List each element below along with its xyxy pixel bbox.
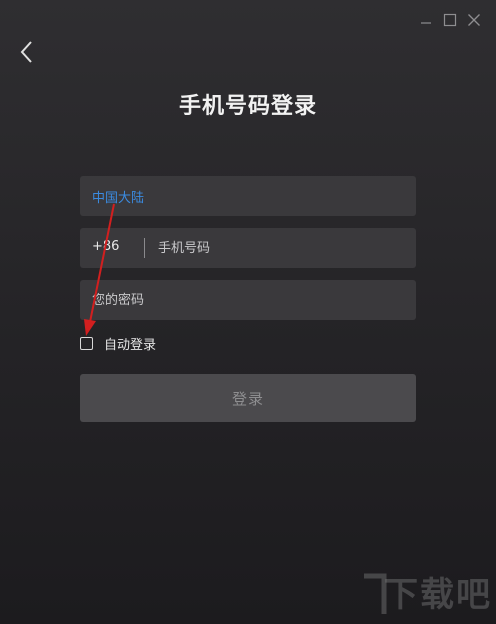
window-controls — [414, 10, 486, 30]
field-divider — [144, 238, 145, 258]
maximize-button[interactable] — [438, 10, 462, 30]
phone-input[interactable] — [158, 228, 408, 268]
password-input[interactable] — [92, 280, 408, 320]
auto-login-option[interactable]: 自动登录 — [80, 334, 156, 353]
password-field — [80, 280, 416, 320]
country-code[interactable]: +86 — [92, 239, 119, 254]
chevron-left-icon — [20, 41, 32, 63]
maximize-icon — [443, 13, 457, 27]
close-icon — [468, 14, 480, 26]
minimize-icon — [421, 22, 431, 24]
auto-login-label: 自动登录 — [104, 338, 157, 353]
region-value: 中国大陆 — [92, 191, 145, 206]
back-button[interactable] — [14, 38, 40, 66]
close-button[interactable] — [462, 10, 486, 30]
auto-login-checkbox[interactable] — [80, 337, 93, 350]
login-button[interactable]: 登录 — [80, 374, 416, 422]
phone-field: +86 — [80, 228, 416, 268]
minimize-button[interactable] — [414, 10, 438, 30]
region-selector[interactable]: 中国大陆 — [80, 176, 416, 216]
page-title: 手机号码登录 — [178, 94, 317, 119]
watermark-logo: 下载吧 — [360, 570, 492, 620]
watermark-text: 下载吧 — [384, 575, 492, 615]
